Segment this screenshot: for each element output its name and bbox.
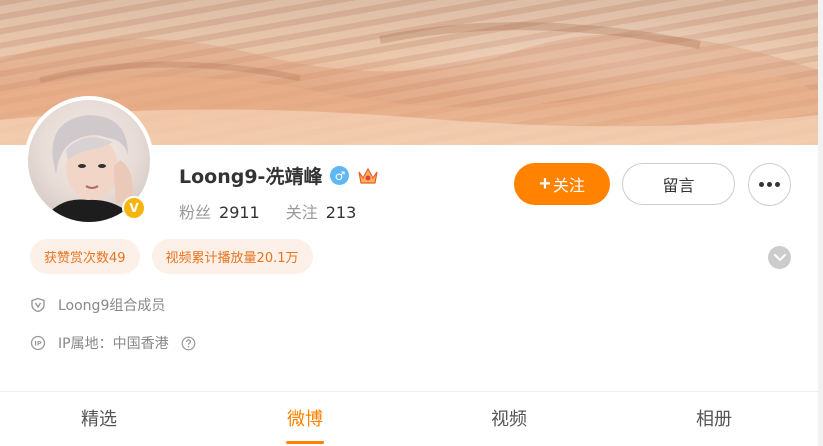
- user-name: Loong9-冼靖峰: [179, 166, 323, 188]
- tag-video-plays[interactable]: 视频累计播放量20.1万: [151, 239, 313, 274]
- followers-label: 粉丝: [179, 203, 212, 222]
- crown-icon[interactable]: [357, 166, 379, 186]
- shield-icon: [31, 297, 45, 313]
- svg-text:IP: IP: [34, 340, 41, 348]
- expand-button[interactable]: [768, 246, 791, 269]
- following-count: 213: [325, 203, 357, 222]
- tab-weibo[interactable]: 微博: [245, 405, 365, 431]
- plus-icon: +: [539, 173, 551, 195]
- male-icon: ♂: [330, 166, 350, 185]
- more-button[interactable]: [748, 163, 791, 206]
- chevron-down-icon: [773, 253, 786, 261]
- profile-page: V Loong9-冼靖峰 ♂ 粉丝 2911 关注 213 + 关注 留言 获赞赏次…: [0, 0, 823, 446]
- verified-badge-icon: V: [122, 196, 146, 220]
- tab-videos[interactable]: 视频: [449, 405, 569, 431]
- stats-row: 粉丝 2911 关注 213: [179, 199, 356, 223]
- ip-location-text: IP属地：中国香港: [58, 336, 169, 352]
- more-dots-icon: [759, 182, 764, 187]
- tag-likes[interactable]: 获赞赏次数49: [30, 239, 140, 274]
- active-tab-indicator: [286, 441, 324, 444]
- following-stat[interactable]: 关注 213: [286, 199, 357, 223]
- ip-icon: IP: [30, 335, 46, 351]
- help-icon[interactable]: [181, 336, 196, 351]
- tab-featured[interactable]: 精选: [39, 405, 159, 431]
- tab-albums[interactable]: 相册: [654, 405, 774, 431]
- achievement-tags: 获赞赏次数49 视频累计播放量20.1万: [30, 239, 313, 274]
- group-member-text: Loong9组合成员: [58, 298, 166, 314]
- name-row: Loong9-冼靖峰 ♂: [179, 162, 379, 189]
- followers-count: 2911: [219, 203, 260, 222]
- follow-label: 关注: [552, 178, 585, 195]
- scrollbar-gutter: [818, 0, 823, 446]
- followers-stat[interactable]: 粉丝 2911: [179, 199, 260, 223]
- following-label: 关注: [285, 203, 318, 222]
- message-button[interactable]: 留言: [622, 163, 735, 205]
- ip-location-line: IP IP属地：中国香港: [30, 333, 196, 353]
- group-member-line: Loong9组合成员: [30, 295, 165, 315]
- tabs-divider: [0, 391, 818, 392]
- follow-button[interactable]: + 关注: [514, 163, 610, 205]
